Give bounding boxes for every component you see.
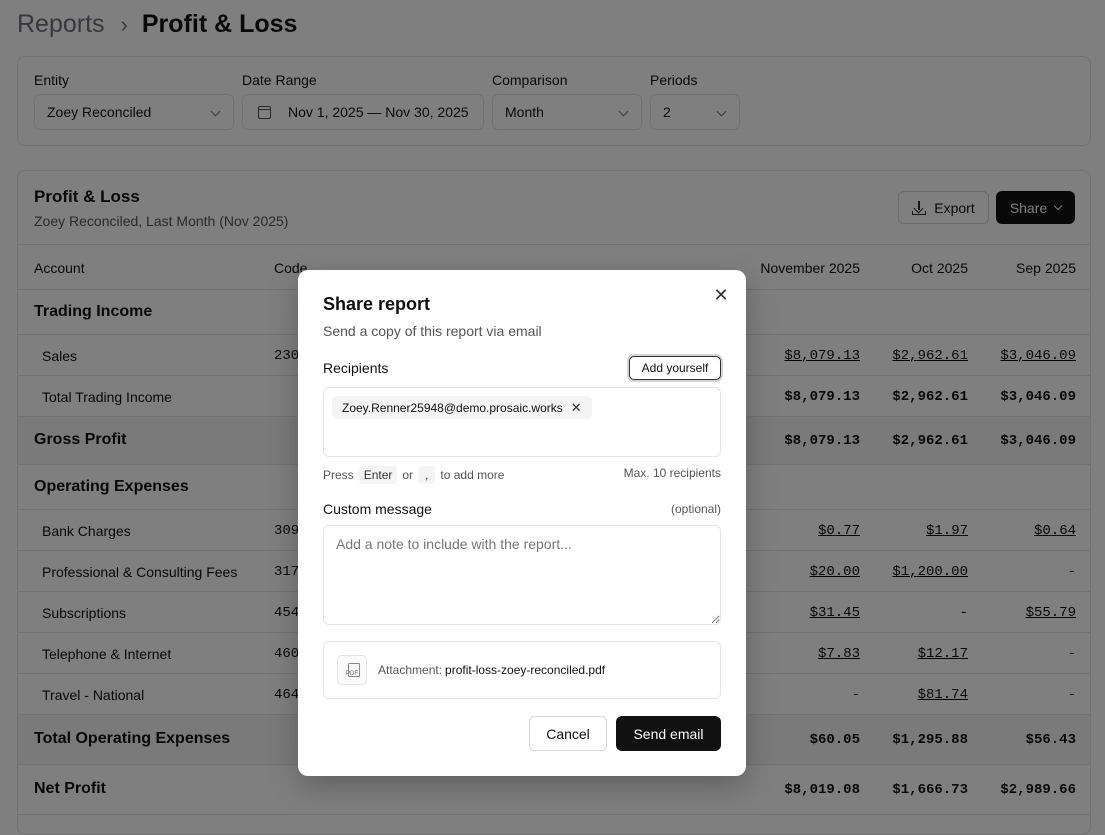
custom-message-input[interactable] — [323, 525, 721, 625]
recipient-email: Zoey.Renner25948@demo.prosaic.works — [342, 400, 563, 415]
dialog-subtitle: Send a copy of this report via email — [323, 323, 542, 339]
dialog-title: Share report — [323, 294, 431, 314]
optional-note: (optional) — [670, 502, 721, 516]
custom-message-label: Custom message — [323, 501, 432, 517]
pdf-file-icon: PDF — [337, 655, 367, 685]
pdf-icon-text: PDF — [346, 671, 358, 677]
recipient-chip: Zoey.Renner25948@demo.prosaic.works ✕ — [332, 396, 592, 419]
recipients-input[interactable]: Zoey.Renner25948@demo.prosaic.works ✕ — [323, 387, 721, 457]
close-icon[interactable]: ✕ — [712, 286, 730, 304]
attachment-box: PDF Attachment: profit-loss-zoey-reconci… — [323, 641, 721, 699]
enter-key-badge: Enter — [358, 466, 398, 484]
recipients-label: Recipients — [323, 360, 389, 376]
hint-press-text: Press — [323, 468, 354, 482]
page: Reports › Profit & Loss Entity Zoey Reco… — [0, 0, 1105, 835]
attachment-label: Attachment: — [378, 663, 443, 677]
recipients-hint: Press Enter or , to add more — [323, 466, 504, 484]
cancel-button[interactable]: Cancel — [529, 716, 607, 751]
hint-or-text: or — [402, 468, 414, 482]
max-recipients-note: Max. 10 recipients — [623, 466, 721, 480]
remove-recipient-icon[interactable]: ✕ — [571, 400, 582, 416]
send-email-button[interactable]: Send email — [616, 716, 721, 751]
attachment-filename: profit-loss-zoey-reconciled.pdf — [445, 663, 606, 677]
share-report-dialog: Share report Send a copy of this report … — [298, 270, 746, 776]
hint-tail-text: to add more — [440, 468, 505, 482]
comma-key-badge: , — [418, 466, 436, 484]
add-yourself-button[interactable]: Add yourself — [629, 356, 721, 380]
